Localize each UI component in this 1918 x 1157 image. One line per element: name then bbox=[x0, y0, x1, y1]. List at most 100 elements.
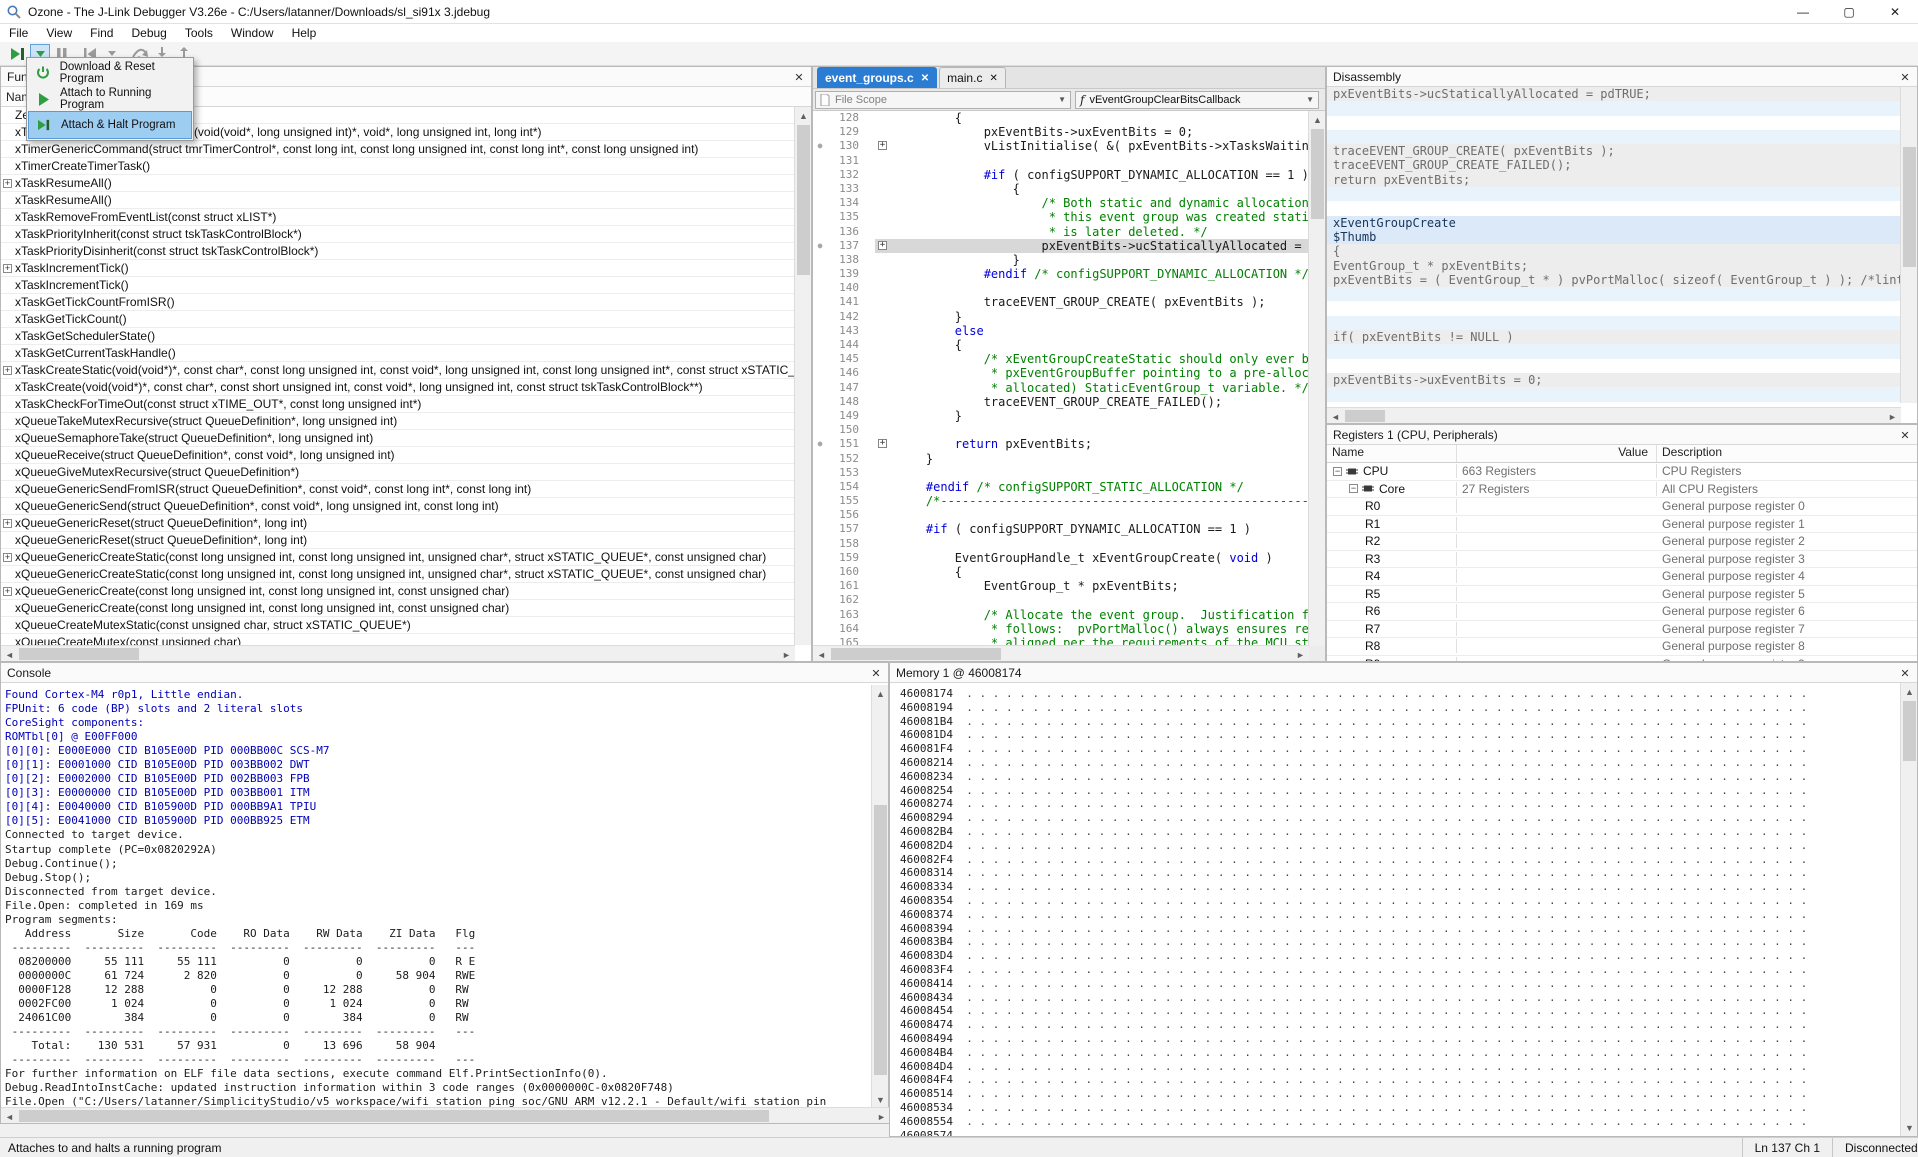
function-selector-dropdown[interactable]: f vEventGroupClearBitsCallback ▼ bbox=[1075, 91, 1319, 109]
code-line-155[interactable]: 155 /*----------------------------------… bbox=[813, 494, 1309, 508]
function-list-item[interactable]: +xQueueGenericCreateStatic(const long un… bbox=[1, 549, 795, 566]
disassembly-listing[interactable]: pxEventBits->ucStaticallyAllocated = pdT… bbox=[1327, 87, 1901, 403]
console-horizontal-scrollbar[interactable]: ◄ ► bbox=[1, 1107, 890, 1123]
disassembly-source-line[interactable]: { bbox=[1327, 244, 1901, 258]
expand-icon[interactable]: + bbox=[3, 366, 12, 375]
memory-vertical-scrollbar[interactable]: ▲ ▼ bbox=[1900, 683, 1917, 1136]
function-list-item[interactable]: xQueueTakeMutexRecursive(struct QueueDef… bbox=[1, 413, 795, 430]
function-list-item[interactable]: xTaskPriorityInherit(const struct tskTas… bbox=[1, 226, 795, 243]
code-line-151[interactable]: ●151 + return pxEventBits; bbox=[813, 437, 1309, 451]
code-line-163[interactable]: 163 /* Allocate the event group. Justifi… bbox=[813, 608, 1309, 622]
register-row-r6[interactable]: R6 General purpose register 6 bbox=[1327, 603, 1917, 621]
code-line-131[interactable]: 131 bbox=[813, 154, 1309, 168]
code-area[interactable]: 128 { 129 pxEventBits->uxEventBits = 0; … bbox=[813, 111, 1309, 646]
code-line-150[interactable]: 150 bbox=[813, 423, 1309, 437]
code-line-146[interactable]: 146 * pxEventGroupBuffer pointing to a p… bbox=[813, 366, 1309, 380]
function-list-item[interactable]: xTaskIncrementTick() bbox=[1, 277, 795, 294]
menu-debug[interactable]: Debug bbox=[122, 24, 175, 42]
collapse-icon[interactable]: − bbox=[1349, 484, 1358, 493]
memory-dump[interactable]: 46008174 . . . . . . . . . . . . . . . .… bbox=[890, 683, 1901, 1136]
code-line-138[interactable]: 138 } bbox=[813, 253, 1309, 267]
code-line-128[interactable]: 128 { bbox=[813, 111, 1309, 125]
function-list-item[interactable]: xQueueGenericSendFromISR(struct QueueDef… bbox=[1, 481, 795, 498]
close-icon[interactable]: ✕ bbox=[921, 73, 929, 84]
disassembly-instruction[interactable]: 0820293CMOV R4, R0 bbox=[1327, 344, 1901, 358]
disassembly-instruction[interactable]: 08202938BL pvPortMalloc ; 0x0820489C bbox=[1327, 316, 1901, 330]
close-button[interactable]: ✕ bbox=[1872, 0, 1918, 24]
code-line-153[interactable]: 153 bbox=[813, 466, 1309, 480]
disassembly-vertical-scrollbar[interactable] bbox=[1900, 87, 1917, 403]
function-list-item[interactable]: xQueueGenericReset(struct QueueDefinitio… bbox=[1, 532, 795, 549]
code-line-143[interactable]: 143 else bbox=[813, 324, 1309, 338]
functions-horizontal-scrollbar[interactable]: ◄ ► bbox=[1, 645, 795, 661]
function-list-item[interactable]: +xQueueGenericReset(struct QueueDefiniti… bbox=[1, 515, 795, 532]
disassembly-instruction[interactable]: 08202936MOVS R0, #32 bbox=[1327, 301, 1901, 315]
fold-icon[interactable]: + bbox=[878, 241, 887, 250]
function-list-item[interactable]: +xTaskIncrementTick() bbox=[1, 260, 795, 277]
disassembly-instruction[interactable]: 08202934PUSH {R3-R5, LR} bbox=[1327, 287, 1901, 301]
fold-icon[interactable]: + bbox=[878, 439, 887, 448]
function-list-item[interactable]: xTimerGenericCommand(struct tmrTimerCont… bbox=[1, 141, 795, 158]
disassembly-source-line[interactable]: pxEventBits = ( EventGroup_t * ) pvPortM… bbox=[1327, 273, 1901, 287]
register-row-r5[interactable]: R5 General purpose register 5 bbox=[1327, 586, 1917, 604]
expand-icon[interactable]: + bbox=[3, 264, 12, 273]
disassembly-instruction[interactable]: 08202940MOVS R5, #0 bbox=[1327, 387, 1901, 401]
disassembly-source-line[interactable]: traceEVENT_GROUP_CREATE( pxEventBits ); bbox=[1327, 144, 1901, 158]
menu-tools[interactable]: Tools bbox=[176, 24, 222, 42]
code-line-140[interactable]: 140 bbox=[813, 281, 1309, 295]
code-line-154[interactable]: 154 #endif /* configSUPPORT_STATIC_ALLOC… bbox=[813, 480, 1309, 494]
disassembly-source-line[interactable]: pxEventBits->ucStaticallyAllocated = pdT… bbox=[1327, 87, 1901, 101]
function-list-item[interactable]: +xQueueGenericCreate(const long unsigned… bbox=[1, 583, 795, 600]
disassembly-source-line[interactable]: if( pxEventBits != NULL ) bbox=[1327, 330, 1901, 344]
menu-window[interactable]: Window bbox=[222, 24, 283, 42]
code-line-133[interactable]: 133 { bbox=[813, 182, 1309, 196]
register-row-r0[interactable]: R0 General purpose register 0 bbox=[1327, 498, 1917, 516]
register-row-r7[interactable]: R7 General purpose register 7 bbox=[1327, 621, 1917, 639]
function-list-item[interactable]: xTaskGetSchedulerState() bbox=[1, 328, 795, 345]
disassembly-instruction[interactable]: 08202930ADD SP, SP, #8 bbox=[1327, 187, 1901, 201]
function-list-item[interactable]: xQueueGenericCreateStatic(const long uns… bbox=[1, 566, 795, 583]
function-list-item[interactable]: xTaskPriorityDisinherit(const struct tsk… bbox=[1, 243, 795, 260]
function-list-item[interactable]: xQueueSemaphoreTake(struct QueueDefiniti… bbox=[1, 430, 795, 447]
menu-item-attach-halt-program[interactable]: Attach & Halt Program bbox=[29, 112, 191, 138]
disassembly-label[interactable]: $Thumb bbox=[1327, 230, 1901, 244]
code-line-132[interactable]: 132 #if ( configSUPPORT_DYNAMIC_ALLOCATI… bbox=[813, 168, 1309, 182]
code-line-135[interactable]: 135 * this event group was created stati… bbox=[813, 210, 1309, 224]
tab-event_groups-c[interactable]: event_groups.c✕ bbox=[817, 67, 937, 88]
code-line-162[interactable]: 162 bbox=[813, 593, 1309, 607]
code-line-130[interactable]: ●130 + vListInitialise( &( pxEventBits->… bbox=[813, 139, 1309, 153]
console-output[interactable]: Found Cortex-M4 r0p1, Little endian.FPUn… bbox=[1, 685, 873, 1108]
menu-item-download-reset-program[interactable]: Download & Reset Program bbox=[29, 60, 191, 86]
close-icon[interactable]: ✕ bbox=[1897, 665, 1913, 681]
code-line-159[interactable]: 159 EventGroupHandle_t xEventGroupCreate… bbox=[813, 551, 1309, 565]
register-row-cpu[interactable]: − CPU 663 Registers CPU Registers bbox=[1327, 463, 1917, 481]
function-list-item[interactable]: xTimerCreateTimerTask() bbox=[1, 158, 795, 175]
disassembly-instruction[interactable]: 08202932POP {R4, PC} bbox=[1327, 201, 1901, 215]
function-list-item[interactable]: xQueueCreateMutexStatic(const unsigned c… bbox=[1, 617, 795, 634]
close-icon[interactable]: ✕ bbox=[791, 69, 807, 85]
disassembly-source-line[interactable]: EventGroup_t * pxEventBits; bbox=[1327, 259, 1901, 273]
function-list-item[interactable]: xTaskCheckForTimeOut(const struct xTIME_… bbox=[1, 396, 795, 413]
close-icon[interactable]: ✕ bbox=[1897, 427, 1913, 443]
close-icon[interactable]: ✕ bbox=[1897, 69, 1913, 85]
column-header-value[interactable]: Value bbox=[1457, 445, 1657, 462]
disassembly-instruction[interactable]: 0820293ECBZ R0, 0x0820294C ; <xEventGrou… bbox=[1327, 359, 1901, 373]
disassembly-instruction[interactable]: 0820292ESTRB R3, [R4, #28] bbox=[1327, 130, 1901, 144]
close-icon[interactable]: ✕ bbox=[868, 665, 884, 681]
code-line-137[interactable]: ●137 + pxEventBits->ucStaticallyAllocate… bbox=[813, 239, 1309, 253]
register-row-r2[interactable]: R2 General purpose register 2 bbox=[1327, 533, 1917, 551]
code-line-147[interactable]: 147 * allocated) StaticEventGroup_t vari… bbox=[813, 381, 1309, 395]
disassembly-instruction[interactable]: 0820292AMOVS R3, #1 bbox=[1327, 101, 1901, 115]
register-row-r1[interactable]: R1 General purpose register 1 bbox=[1327, 516, 1917, 534]
expand-icon[interactable]: + bbox=[3, 587, 12, 596]
code-line-164[interactable]: 164 * follows: pvPortMalloc() always ens… bbox=[813, 622, 1309, 636]
functions-vertical-scrollbar[interactable]: ▲ bbox=[794, 107, 811, 645]
function-list-item[interactable]: xQueueReceive(struct QueueDefinition*, c… bbox=[1, 447, 795, 464]
disassembly-source-line[interactable]: return pxEventBits; bbox=[1327, 173, 1901, 187]
expand-icon[interactable]: + bbox=[3, 553, 12, 562]
function-list-item[interactable]: +xTaskCreateStatic(void(void*)*, const c… bbox=[1, 362, 795, 379]
code-line-149[interactable]: 149 } bbox=[813, 409, 1309, 423]
function-list-item[interactable]: xTaskResumeAll() bbox=[1, 192, 795, 209]
expand-icon[interactable]: + bbox=[3, 179, 12, 188]
disassembly-instruction[interactable]: 0820292CMOV R0, R4 bbox=[1327, 116, 1901, 130]
